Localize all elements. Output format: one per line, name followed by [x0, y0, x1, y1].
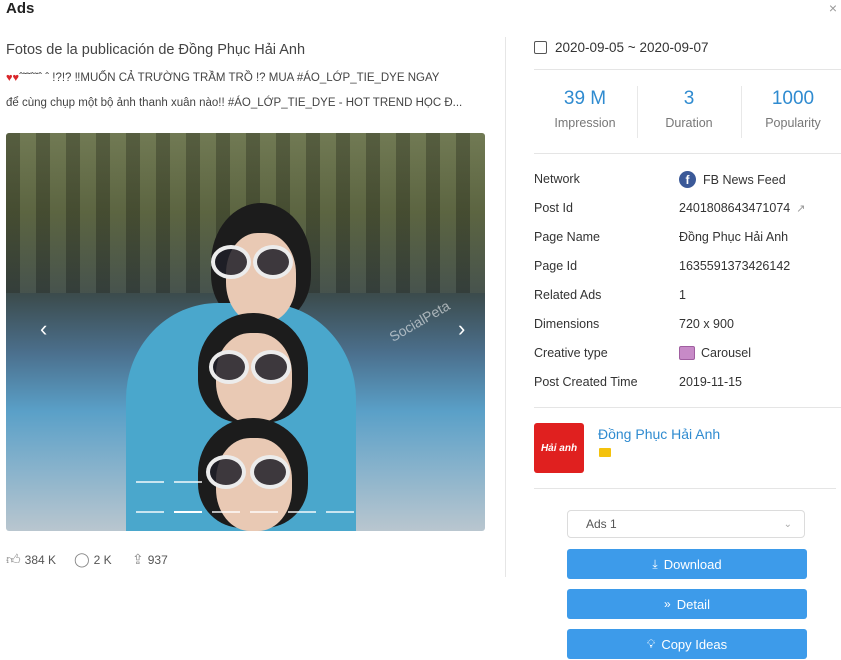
divider [534, 69, 841, 70]
metric-label: Popularity [765, 116, 821, 130]
double-chevron-icon: » [664, 597, 671, 611]
likes-stat: 👍︎ 384 K [6, 551, 56, 568]
divider [505, 37, 506, 577]
window-title: Ads [6, 0, 35, 17]
metric-popularity: 1000 Popularity [743, 88, 841, 130]
detail-value-dimensions: 720 x 900 [679, 317, 734, 331]
carousel-next-icon[interactable]: › [458, 316, 465, 342]
share-icon: ⇪ [132, 551, 144, 567]
carousel-dot[interactable] [136, 511, 164, 513]
metric-value: 3 [683, 88, 695, 109]
metric-label: Duration [665, 116, 713, 130]
divider [741, 86, 742, 138]
ads-select[interactable]: Ads 1 ⌄ [567, 510, 805, 538]
hearts-icon: ♥♥ [6, 72, 20, 84]
carousel-icon [679, 346, 695, 360]
network-text: FB News Feed [703, 172, 786, 187]
metric-label: Impression [554, 116, 616, 130]
divider [534, 407, 841, 408]
detail-label-network: Network [534, 172, 580, 186]
download-icon: ⤓ [652, 556, 658, 571]
divider [534, 488, 836, 489]
carousel-image[interactable]: SocialPeta ‹ › [6, 133, 485, 531]
sunglasses-right [250, 455, 290, 489]
shares-count: 937 [147, 552, 168, 567]
detail-label-post-created: Post Created Time [534, 375, 638, 389]
likes-count: 384 K [24, 552, 56, 567]
comments-stat: ◯ 2 K [74, 551, 112, 568]
carousel-dot[interactable] [212, 511, 240, 513]
date-range: 2020-09-05 ~ 2020-09-07 [534, 40, 709, 55]
detail-label-dimensions: Dimensions [534, 317, 600, 331]
comment-icon: ◯ [74, 551, 90, 567]
download-label: Download [663, 556, 722, 572]
shares-stat: ⇪ 937 [132, 551, 168, 568]
watermark: SocialPeta [386, 297, 453, 345]
carousel-dot[interactable] [174, 481, 202, 483]
ads-select-value: Ads 1 [586, 517, 617, 531]
post-title: Fotos de la publicación de Đồng Phục Hải… [6, 42, 306, 58]
advertiser-logo[interactable]: Hải anh [534, 423, 584, 473]
sunglasses-left [209, 350, 249, 384]
detail-value-post-created: 2019-11-15 [679, 375, 743, 389]
detail-value-related-ads: 1 [679, 288, 686, 302]
post-text-line1: ˆ˜˜ˆ˜ˆ ˆ !?!? ‼MUỐN CẢ TRƯỜNG TRẦM TRỒ !… [19, 72, 440, 84]
calendar-icon [534, 41, 547, 54]
lightbulb-icon: 💡︎ [646, 636, 656, 651]
close-icon[interactable]: × [829, 0, 837, 16]
sunglasses-left [211, 245, 251, 279]
detail-value-page-name: Đồng Phục Hải Anh [679, 230, 789, 244]
chevron-down-icon: ⌄ [783, 518, 792, 530]
sunglasses-right [251, 350, 291, 384]
download-button[interactable]: ⤓ Download [567, 549, 807, 579]
copy-ideas-label: Copy Ideas [661, 636, 728, 652]
metric-value: 1000 [771, 88, 815, 109]
detail-value-post-id: 2401808643471074 ↗ [679, 201, 805, 215]
divider [637, 86, 638, 138]
date-range-text: 2020-09-05 ~ 2020-09-07 [555, 40, 709, 55]
metric-value: 39 M [563, 88, 607, 109]
carousel-dot[interactable] [250, 511, 278, 513]
like-icon: 👍︎ [6, 551, 21, 567]
metric-duration: 3 Duration [639, 88, 739, 130]
detail-value-page-id: 1635591373426142 [679, 259, 791, 273]
post-id-text: 2401808643471074 [679, 201, 791, 215]
metric-impression: 39 M Impression [535, 88, 635, 130]
detail-button[interactable]: » Detail [567, 589, 807, 619]
carousel-prev-icon[interactable]: ‹ [40, 316, 47, 342]
detail-label: Detail [676, 596, 710, 612]
detail-label-page-name: Page Name [534, 230, 601, 244]
divider [534, 153, 841, 154]
post-text-line2: để cùng chụp một bộ ảnh thanh xuân nào!!… [6, 97, 463, 109]
post-text: ♥♥ˆ˜˜ˆ˜ˆ ˆ !?!? ‼MUỐN CẢ TRƯỜNG TRẦM TRỒ… [6, 66, 492, 116]
detail-label-page-id: Page Id [534, 259, 578, 273]
carousel-dot[interactable] [136, 481, 164, 483]
copy-ideas-button[interactable]: 💡︎ Copy Ideas [567, 629, 807, 659]
carousel-dot[interactable] [326, 511, 354, 513]
creative-type-text: Carousel [701, 346, 752, 360]
facebook-icon: f [679, 171, 696, 188]
detail-label-creative-type: Creative type [534, 346, 608, 360]
sunglasses-left [206, 455, 246, 489]
comments-count: 2 K [93, 552, 112, 567]
carousel-dot-active[interactable] [174, 511, 202, 513]
detail-value-creative-type: Carousel [679, 346, 751, 360]
detail-label-related-ads: Related Ads [534, 288, 602, 302]
carousel-dot[interactable] [288, 511, 316, 513]
detail-label-post-id: Post Id [534, 201, 573, 215]
sunglasses-right [253, 245, 293, 279]
detail-value-network: f FB News Feed [679, 171, 786, 188]
shop-icon [599, 448, 611, 457]
external-link-icon[interactable]: ↗ [796, 202, 805, 215]
advertiser-name[interactable]: Đồng Phục Hải Anh [598, 426, 720, 442]
